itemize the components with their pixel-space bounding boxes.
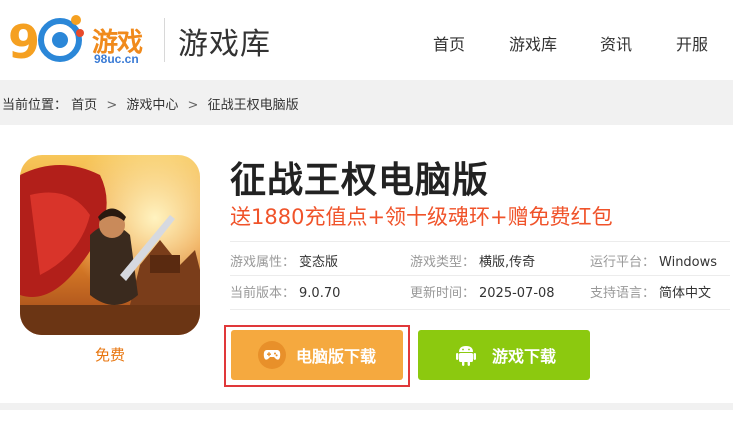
info-value: 变态版: [299, 255, 339, 270]
info-attribute: 游戏属性： 变态版: [230, 251, 338, 270]
info-value: Windows: [659, 255, 718, 270]
info-type: 游戏类型： 横版,传奇: [410, 251, 535, 270]
site-header: 9 游戏 98uc.cn 游戏库 首页 游戏库 资讯 开服: [0, 0, 733, 80]
next-section-card: [0, 410, 733, 441]
nav-item-game-library[interactable]: 游戏库: [509, 31, 557, 55]
site-logo[interactable]: 9 游戏 98uc.cn: [8, 8, 158, 70]
nav-item-news[interactable]: 资讯: [600, 31, 632, 55]
breadcrumb-prefix: 当前位置：: [2, 98, 68, 113]
info-key: 更新时间：: [410, 286, 476, 301]
page-section-title: 游戏库: [178, 27, 271, 62]
game-title: 征战王权电脑版: [230, 160, 490, 201]
game-artwork-icon: [20, 155, 200, 335]
info-key: 游戏属性：: [230, 255, 296, 270]
info-value: 简体中文: [659, 286, 712, 301]
android-icon: [452, 341, 480, 369]
mobile-download-label: 游戏下载: [491, 347, 556, 366]
info-platform: 运行平台： Windows: [590, 251, 717, 270]
nav-item-servers[interactable]: 开服: [676, 31, 708, 55]
game-detail-card: 免费 征战王权电脑版 送1880充值点+领十级魂环+赠免费红包 游戏属性： 变态版…: [0, 125, 733, 403]
svg-text:9: 9: [8, 15, 40, 69]
game-icon[interactable]: [20, 155, 200, 335]
info-value: 9.0.70: [299, 286, 341, 301]
breadcrumb-separator: >: [106, 98, 118, 113]
info-version: 当前版本： 9.0.70: [230, 282, 340, 301]
info-divider: [230, 241, 730, 242]
gamepad-icon: [257, 341, 286, 369]
promo-text: 送1880充值点+领十级魂环+赠免费红包: [230, 205, 613, 229]
info-language: 支持语言： 简体中文: [590, 282, 711, 301]
pc-download-button[interactable]: 电脑版下载: [231, 330, 403, 380]
info-divider: [230, 275, 730, 276]
breadcrumb-item-current[interactable]: 征战王权电脑版: [208, 98, 299, 113]
info-divider: [230, 309, 730, 310]
breadcrumb-separator: >: [187, 98, 199, 113]
price-label: 免费: [94, 346, 125, 364]
info-value: 横版,传奇: [479, 255, 536, 270]
header-divider: [164, 18, 165, 62]
breadcrumb-item-game-center[interactable]: 游戏中心: [126, 98, 178, 113]
breadcrumb: 当前位置： 首页 > 游戏中心 > 征战王权电脑版: [2, 94, 299, 113]
nav-item-home[interactable]: 首页: [433, 31, 465, 55]
info-key: 支持语言：: [590, 286, 656, 301]
info-key: 当前版本：: [230, 286, 296, 301]
info-update-time: 更新时间： 2025-07-08: [410, 282, 555, 301]
info-key: 游戏类型：: [410, 255, 476, 270]
pc-download-label: 电脑版下载: [295, 347, 376, 366]
info-value: 2025-07-08: [479, 286, 555, 301]
mobile-download-button[interactable]: 游戏下载: [418, 330, 590, 380]
logo-domain: 98uc.cn: [94, 52, 139, 66]
info-key: 运行平台：: [590, 255, 656, 270]
logo-98-icon: 9: [8, 15, 84, 69]
breadcrumb-item-home[interactable]: 首页: [71, 98, 97, 113]
